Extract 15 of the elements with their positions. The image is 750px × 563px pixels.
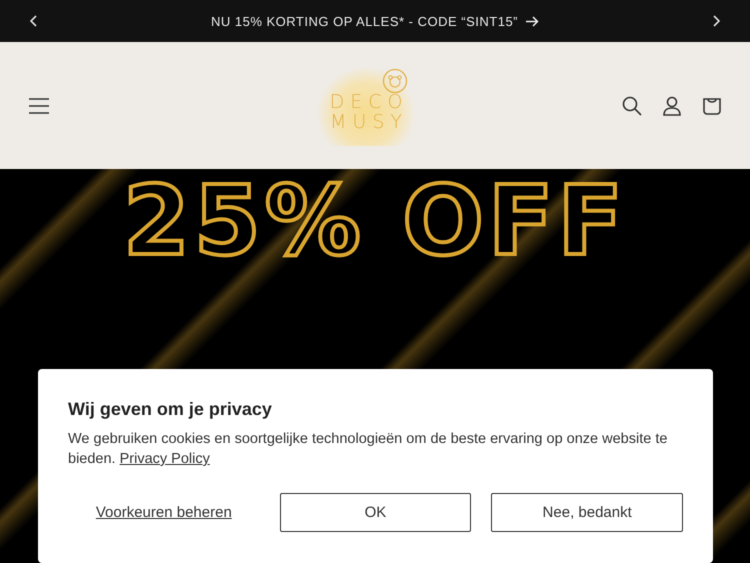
arrow-right-icon	[526, 16, 540, 26]
privacy-policy-link[interactable]: Privacy Policy	[120, 451, 210, 467]
search-icon[interactable]	[622, 96, 642, 116]
menu-icon[interactable]	[28, 96, 50, 114]
sale-headline: 25% OFF	[123, 171, 627, 271]
announcement-text[interactable]: NU 15% KORTING OP ALLES* - CODE “SINT15”	[210, 14, 518, 28]
dialog-title: Wij geven om je privacy	[68, 399, 273, 420]
dialog-button[interactable]: Nee, bedankt	[491, 493, 683, 532]
chevron-right-icon[interactable]	[712, 15, 720, 27]
dialog-button[interactable]: OK	[280, 493, 472, 532]
account-icon[interactable]	[662, 96, 682, 116]
bear-icon	[382, 68, 408, 94]
privacy-message: We gebruiken cookies en soortgelijke technologieën om de beste ervaring op onze website te bieden. Privacy Policy	[68, 430, 668, 469]
chevron-left-icon[interactable]	[30, 15, 38, 27]
cart-icon[interactable]	[702, 96, 722, 116]
